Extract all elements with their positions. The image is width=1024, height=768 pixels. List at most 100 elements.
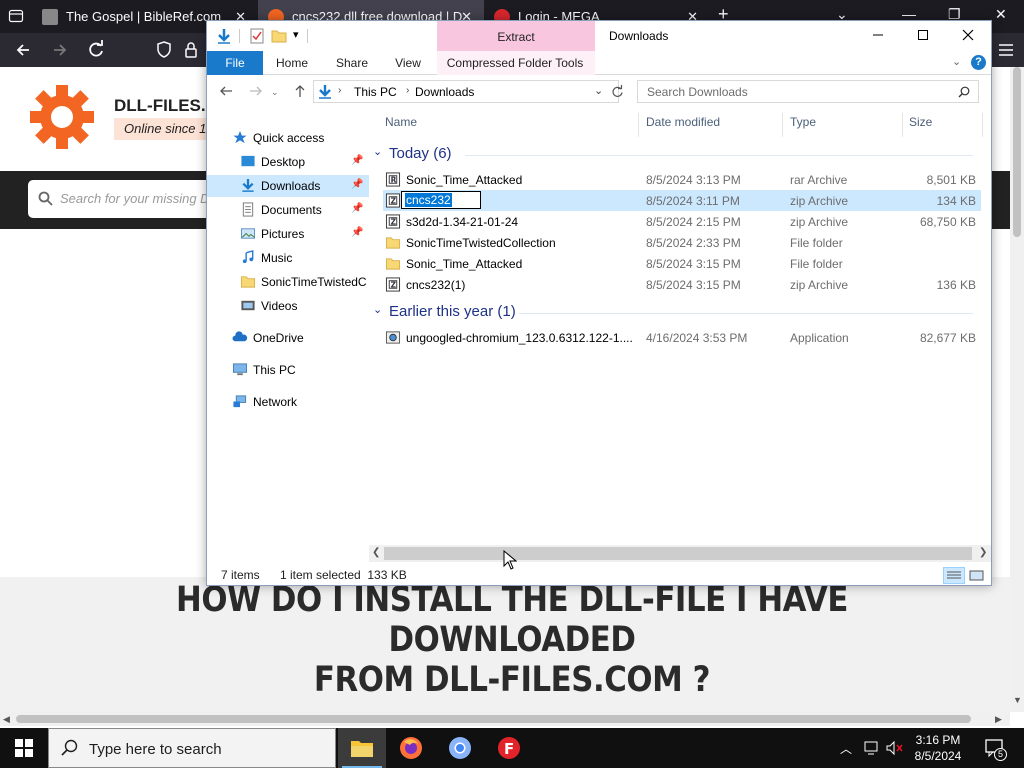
tab-compressed-folder-tools[interactable]: Compressed Folder Tools bbox=[443, 51, 587, 75]
page-horizontal-scrollbar[interactable]: ◀ ▶ bbox=[0, 712, 1010, 726]
large-icons-view-button[interactable] bbox=[966, 567, 988, 584]
file-row[interactable]: SonicTimeTwistedCollection 8/5/2024 2:33… bbox=[383, 232, 981, 253]
taskbar-search-box[interactable]: Type here to search bbox=[48, 728, 336, 768]
sidebar-item-label: Music bbox=[261, 251, 293, 265]
pin-icon[interactable]: 📌 bbox=[351, 155, 363, 166]
address-history-chevron-icon[interactable]: ⌄ bbox=[594, 84, 603, 97]
file-list-horizontal-scrollbar[interactable]: ❮ ❯ bbox=[369, 545, 991, 562]
taskbar-clock[interactable]: 3:16 PM 8/5/2024 bbox=[904, 732, 972, 764]
column-divider[interactable] bbox=[982, 113, 983, 137]
volume-muted-icon[interactable] bbox=[885, 740, 903, 756]
taskbar-chromium[interactable] bbox=[436, 728, 484, 768]
recent-locations-chevron-icon[interactable]: ⌄ bbox=[271, 87, 279, 98]
start-button[interactable] bbox=[0, 728, 48, 768]
scroll-down-arrow-icon[interactable]: ▼ bbox=[1013, 695, 1022, 705]
column-header-type[interactable]: Type bbox=[790, 115, 816, 129]
sidebar-item-documents[interactable]: Documents 📌 bbox=[207, 199, 369, 221]
forward-arrow-icon[interactable] bbox=[249, 84, 263, 101]
show-hidden-icons-chevron-icon[interactable]: ︿ bbox=[840, 740, 852, 757]
file-row-selected[interactable]: Z cncs232 8/5/2024 3:11 PM zip Archive 1… bbox=[383, 190, 981, 211]
network-status-icon[interactable] bbox=[864, 740, 880, 756]
scroll-left-arrow-icon[interactable]: ❮ bbox=[372, 547, 380, 558]
help-icon[interactable]: ? bbox=[971, 55, 986, 70]
reload-icon[interactable] bbox=[85, 39, 107, 61]
sidebar-item-this-pc[interactable]: This PC bbox=[207, 359, 369, 381]
breadcrumb-downloads[interactable]: Downloads bbox=[415, 85, 474, 99]
dll-files-logo-icon[interactable] bbox=[28, 83, 96, 151]
menu-icon[interactable] bbox=[995, 39, 1017, 61]
tab-view[interactable]: View bbox=[383, 51, 433, 75]
tab-file[interactable]: File bbox=[207, 51, 263, 75]
rename-input[interactable]: cncs232 bbox=[401, 191, 481, 209]
taskbar-firefox[interactable] bbox=[387, 728, 435, 768]
scroll-thumb[interactable] bbox=[16, 715, 971, 723]
taskbar-file-explorer[interactable] bbox=[338, 728, 386, 768]
page-vertical-scrollbar[interactable]: ▼ bbox=[1010, 67, 1024, 712]
scroll-thumb[interactable] bbox=[1013, 67, 1021, 237]
new-folder-icon[interactable] bbox=[271, 28, 287, 44]
pin-icon[interactable]: 📌 bbox=[351, 179, 363, 190]
tab-list-icon[interactable] bbox=[8, 8, 24, 24]
maximize-button[interactable] bbox=[900, 25, 946, 47]
file-row[interactable]: Z s3d2d-1.34-21-01-24 8/5/2024 2:15 PM z… bbox=[383, 211, 981, 232]
scroll-right-arrow-icon[interactable]: ❯ bbox=[979, 547, 987, 558]
file-row[interactable]: Z cncs232(1) 8/5/2024 3:15 PM zip Archiv… bbox=[383, 274, 981, 295]
minimize-button[interactable] bbox=[855, 25, 901, 47]
column-header-date-modified[interactable]: Date modified bbox=[646, 115, 720, 129]
column-divider[interactable] bbox=[902, 113, 903, 137]
lock-icon[interactable] bbox=[180, 39, 202, 61]
breadcrumb-chevron-icon[interactable]: › bbox=[338, 85, 341, 96]
column-divider[interactable] bbox=[782, 113, 783, 137]
expand-ribbon-chevron-icon[interactable]: ⌄ bbox=[952, 55, 961, 68]
shield-icon[interactable] bbox=[153, 39, 175, 61]
folder-icon bbox=[385, 237, 401, 249]
search-downloads-input[interactable]: Search Downloads bbox=[637, 80, 979, 103]
scroll-thumb[interactable] bbox=[384, 547, 972, 560]
forward-arrow-icon[interactable] bbox=[49, 39, 71, 61]
file-row[interactable]: ungoogled-chromium_123.0.6312.122-1.... … bbox=[383, 327, 981, 348]
taskbar-app[interactable]: F bbox=[485, 728, 533, 768]
back-arrow-icon[interactable] bbox=[12, 39, 34, 61]
pin-icon[interactable]: 📌 bbox=[351, 203, 363, 214]
collapse-chevron-icon[interactable]: ⌄ bbox=[373, 303, 382, 316]
address-bar[interactable]: › This PC › Downloads ⌄ bbox=[313, 80, 619, 103]
sidebar-item-videos[interactable]: Videos bbox=[207, 295, 369, 317]
column-divider[interactable] bbox=[638, 113, 639, 137]
site-name[interactable]: DLL-FILES.C bbox=[114, 96, 218, 116]
refresh-icon[interactable] bbox=[611, 85, 623, 100]
sidebar-item-label: This PC bbox=[253, 363, 296, 377]
column-header-name[interactable]: Name bbox=[385, 115, 417, 129]
action-center-button[interactable]: 5 bbox=[980, 728, 1010, 768]
sidebar-item-sonic-folder[interactable]: SonicTimeTwistedC bbox=[207, 271, 369, 293]
collapse-chevron-icon[interactable]: ⌄ bbox=[373, 145, 382, 158]
sidebar-item-onedrive[interactable]: OneDrive bbox=[207, 327, 369, 349]
file-row[interactable]: R Sonic_Time_Attacked 8/5/2024 3:13 PM r… bbox=[383, 169, 981, 190]
details-view-button[interactable] bbox=[943, 567, 965, 584]
sidebar-item-pictures[interactable]: Pictures 📌 bbox=[207, 223, 369, 245]
up-arrow-icon[interactable] bbox=[293, 84, 307, 101]
back-arrow-icon[interactable] bbox=[219, 84, 233, 101]
column-header-size[interactable]: Size bbox=[909, 115, 932, 129]
properties-icon[interactable] bbox=[249, 28, 265, 44]
breadcrumb-this-pc[interactable]: This PC bbox=[354, 85, 397, 99]
tab-home[interactable]: Home bbox=[267, 51, 317, 75]
sidebar-item-music[interactable]: Music bbox=[207, 247, 369, 269]
close-browser-button[interactable]: ✕ bbox=[995, 6, 1007, 23]
breadcrumb-chevron-icon[interactable]: › bbox=[406, 85, 409, 96]
group-header-today[interactable]: ⌄ Today (6) bbox=[373, 145, 983, 165]
sidebar-item-desktop[interactable]: Desktop 📌 bbox=[207, 151, 369, 173]
scroll-right-arrow-icon[interactable]: ▶ bbox=[995, 714, 1002, 725]
group-header-earlier-this-year[interactable]: ⌄ Earlier this year (1) bbox=[373, 303, 983, 323]
tab-share[interactable]: Share bbox=[327, 51, 377, 75]
search-placeholder: Search Downloads bbox=[647, 85, 748, 99]
close-button[interactable] bbox=[945, 25, 991, 47]
customize-qat-chevron-icon[interactable]: ▾ bbox=[293, 28, 299, 41]
scroll-left-arrow-icon[interactable]: ◀ bbox=[3, 714, 10, 725]
sidebar-item-quick-access[interactable]: Quick access bbox=[207, 127, 369, 149]
site-search-input[interactable]: Search for your missing D bbox=[28, 180, 228, 218]
file-row[interactable]: Sonic_Time_Attacked 8/5/2024 3:15 PM Fil… bbox=[383, 253, 981, 274]
sidebar-item-network[interactable]: Network bbox=[207, 391, 369, 413]
sidebar-item-downloads[interactable]: Downloads 📌 bbox=[207, 175, 369, 197]
svg-text:Z: Z bbox=[391, 217, 397, 226]
pin-icon[interactable]: 📌 bbox=[351, 227, 363, 238]
